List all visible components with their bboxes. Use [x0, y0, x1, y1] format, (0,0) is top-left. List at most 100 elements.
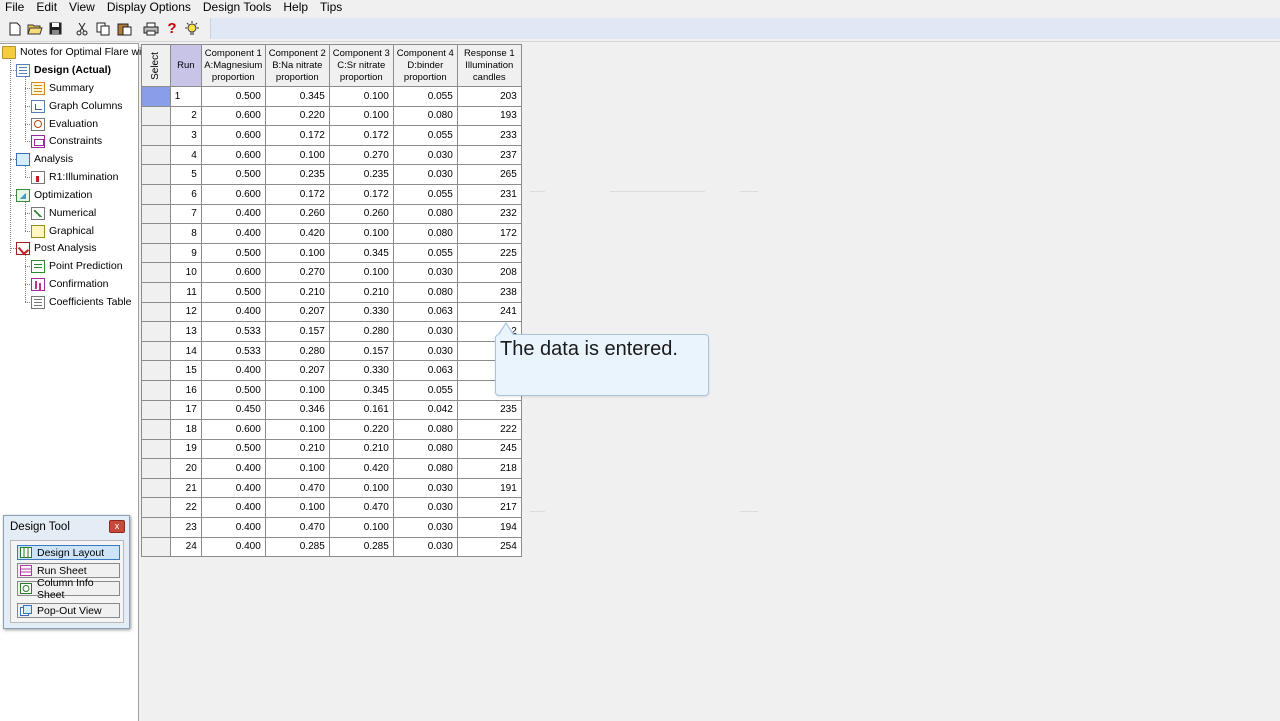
data-cell[interactable]: 0.280 [264, 340, 330, 362]
data-cell[interactable]: 0.100 [264, 242, 330, 264]
data-cell[interactable]: 0.042 [392, 399, 458, 421]
data-cell[interactable]: 0.100 [328, 105, 394, 127]
data-cell[interactable]: 191 [456, 477, 522, 499]
data-cell[interactable]: 0.260 [264, 203, 330, 225]
data-cell[interactable]: 0.600 [200, 125, 266, 146]
data-cell[interactable]: 194 [456, 517, 522, 538]
row-select-cell[interactable] [141, 497, 171, 519]
data-cell[interactable]: 0.600 [200, 144, 266, 166]
row-select-cell[interactable] [141, 125, 171, 146]
data-cell[interactable]: 208 [456, 262, 522, 283]
data-cell[interactable]: 0.420 [264, 223, 330, 244]
run-number-cell[interactable]: 6 [169, 183, 202, 205]
run-number-cell[interactable]: 5 [169, 164, 202, 185]
menu-tips[interactable]: Tips [314, 0, 348, 14]
data-cell[interactable]: 0.063 [392, 360, 458, 381]
run-number-cell[interactable]: 19 [169, 438, 202, 460]
row-select-cell[interactable] [141, 399, 171, 421]
run-number-cell[interactable]: 3 [169, 125, 202, 146]
data-cell[interactable]: 238 [456, 281, 522, 303]
data-cell[interactable]: 0.172 [264, 125, 330, 146]
run-number-cell[interactable]: 8 [169, 223, 202, 244]
run-number-cell[interactable]: 16 [169, 379, 202, 401]
data-cell[interactable]: 0.345 [264, 86, 330, 107]
data-cell[interactable]: 0.400 [200, 477, 266, 499]
data-cell[interactable]: 0.100 [328, 517, 394, 538]
close-icon[interactable]: x [109, 520, 125, 533]
run-number-cell[interactable]: 10 [169, 262, 202, 283]
tree-item-graph-columns[interactable]: Graph Columns [31, 98, 123, 114]
data-cell[interactable]: 0.030 [392, 536, 458, 558]
run-number-cell[interactable]: 12 [169, 301, 202, 323]
data-cell[interactable]: 0.030 [392, 262, 458, 283]
data-cell[interactable]: 0.100 [264, 419, 330, 440]
tree-item-coefficients-table[interactable]: Coefficients Table [31, 294, 132, 310]
cut-icon[interactable] [73, 20, 91, 37]
data-cell[interactable]: 0.280 [328, 321, 394, 342]
row-select-cell[interactable] [141, 86, 171, 107]
data-cell[interactable]: 0.030 [392, 477, 458, 499]
data-cell[interactable]: 0.285 [328, 536, 394, 558]
save-icon[interactable] [46, 20, 64, 37]
run-number-cell[interactable]: 20 [169, 458, 202, 479]
row-select-cell[interactable] [141, 340, 171, 362]
row-select-cell[interactable] [141, 164, 171, 185]
menu-file[interactable]: File [0, 0, 30, 14]
data-cell[interactable]: 237 [456, 144, 522, 166]
data-cell[interactable]: 0.346 [264, 399, 330, 421]
run-number-cell[interactable]: 15 [169, 360, 202, 381]
run-number-cell[interactable]: 2 [169, 105, 202, 127]
data-cell[interactable]: 222 [456, 419, 522, 440]
data-cell[interactable]: 203 [456, 86, 522, 107]
data-cell[interactable]: 0.100 [264, 497, 330, 519]
data-cell[interactable]: 0.030 [392, 340, 458, 362]
data-cell[interactable]: 0.100 [264, 458, 330, 479]
data-cell[interactable]: 0.470 [328, 497, 394, 519]
row-select-cell[interactable] [141, 379, 171, 401]
data-cell[interactable]: 0.100 [264, 379, 330, 401]
row-select-cell[interactable] [141, 105, 171, 127]
data-cell[interactable]: 0.285 [264, 536, 330, 558]
data-cell[interactable]: 0.055 [392, 379, 458, 401]
row-select-cell[interactable] [141, 536, 171, 558]
row-select-cell[interactable] [141, 262, 171, 283]
tree-root-notes[interactable]: Notes for Optimal Flare wit [2, 44, 144, 60]
data-cell[interactable]: 0.500 [200, 438, 266, 460]
data-cell[interactable]: 0.600 [200, 419, 266, 440]
run-number-cell[interactable]: 9 [169, 242, 202, 264]
row-select-cell[interactable] [141, 144, 171, 166]
data-cell[interactable]: 0.400 [200, 536, 266, 558]
data-cell[interactable]: 172 [456, 223, 522, 244]
run-number-cell[interactable]: 11 [169, 281, 202, 303]
data-cell[interactable]: 0.210 [264, 438, 330, 460]
run-number-cell[interactable]: 13 [169, 321, 202, 342]
data-cell[interactable]: 0.500 [200, 86, 266, 107]
tree-item-point-prediction[interactable]: Point Prediction [31, 258, 123, 274]
data-cell[interactable]: 265 [456, 164, 522, 185]
data-cell[interactable]: 0.030 [392, 321, 458, 342]
data-cell[interactable]: 241 [456, 301, 522, 323]
column-header-response-1[interactable]: Response 1 Illumination candles [456, 44, 522, 87]
column-header-component-1[interactable]: Component 1 A:Magnesium proportion [200, 44, 266, 87]
row-select-cell[interactable] [141, 360, 171, 381]
pop-out-view-button[interactable]: Pop-Out View [17, 603, 120, 618]
data-cell[interactable]: 0.420 [328, 458, 394, 479]
menu-display-options[interactable]: Display Options [101, 0, 197, 14]
data-cell[interactable]: 0.030 [392, 164, 458, 185]
data-cell[interactable]: 0.210 [328, 281, 394, 303]
data-cell[interactable]: 0.207 [264, 360, 330, 381]
data-cell[interactable]: 0.533 [200, 321, 266, 342]
data-cell[interactable]: 0.100 [328, 262, 394, 283]
data-cell[interactable]: 0.080 [392, 105, 458, 127]
data-cell[interactable]: 0.172 [328, 183, 394, 205]
data-cell[interactable]: 0.220 [264, 105, 330, 127]
column-header-component-3[interactable]: Component 3 C:Sr nitrate proportion [328, 44, 394, 87]
data-cell[interactable]: 0.533 [200, 340, 266, 362]
data-cell[interactable]: 0.100 [328, 223, 394, 244]
row-select-cell[interactable] [141, 203, 171, 225]
data-cell[interactable]: 0.600 [200, 262, 266, 283]
data-cell[interactable]: 0.030 [392, 497, 458, 519]
copy-icon[interactable] [94, 20, 112, 37]
data-cell[interactable]: 0.080 [392, 281, 458, 303]
data-cell[interactable]: 0.080 [392, 419, 458, 440]
